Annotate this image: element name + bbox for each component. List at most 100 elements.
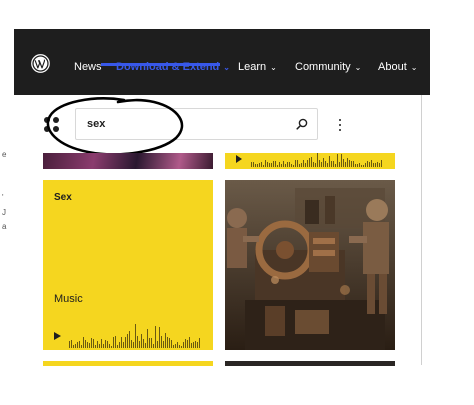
waveform-bar: [297, 160, 298, 167]
waveform-bar: [165, 333, 166, 348]
waveform-bar: [117, 345, 118, 348]
play-icon[interactable]: [236, 155, 242, 163]
waveform-bar: [327, 163, 328, 167]
waveform-bar: [379, 163, 380, 167]
nav-item-label: About: [378, 61, 407, 73]
waveform-bar: [141, 334, 142, 348]
waveform-bar: [299, 164, 300, 167]
waveform-bar: [353, 161, 354, 167]
wordpress-logo-icon[interactable]: [31, 54, 50, 73]
waveform-bar: [123, 342, 124, 348]
waveform-bar: [71, 340, 72, 348]
waveform-bar: [129, 331, 130, 348]
search-icon[interactable]: [295, 117, 309, 131]
waveform-bar: [289, 162, 290, 167]
page-divider: [421, 95, 422, 365]
waveform-bar: [115, 336, 116, 348]
waveform-bar: [311, 157, 312, 167]
waveform-bar: [81, 345, 82, 348]
waveform-bar: [333, 161, 334, 167]
waveform-bar: [283, 161, 284, 167]
waveform-bar: [107, 341, 108, 348]
waveform-bar: [343, 159, 344, 167]
waveform-bar: [95, 345, 96, 348]
waveform-bar: [325, 161, 326, 167]
waveform-bar: [255, 164, 256, 167]
result-card-music[interactable]: Sex Music: [43, 180, 213, 350]
waveform-bar: [263, 165, 264, 167]
waveform-bar: [119, 342, 120, 348]
waveform-bar: [287, 162, 288, 167]
result-card[interactable]: [43, 361, 213, 366]
waveform-bar: [265, 160, 266, 167]
nav-item-community[interactable]: Community ⌄: [295, 61, 361, 73]
waveform-bar: [359, 163, 360, 167]
waveform-bar: [357, 164, 358, 167]
waveform-bar: [173, 345, 174, 348]
waveform-bar: [91, 338, 92, 348]
waveform-bar: [103, 344, 104, 348]
hand-drawn-circle-annotation: [46, 97, 184, 156]
waveform-bar: [161, 336, 162, 348]
nav-item-learn[interactable]: Learn ⌄: [238, 61, 277, 73]
card-genre: Music: [54, 293, 83, 305]
waveform-bar: [319, 160, 320, 167]
waveform-bar: [113, 337, 114, 348]
waveform-bar: [365, 163, 366, 167]
nav-item-label: Community: [295, 61, 351, 73]
margin-text: e: [2, 150, 7, 159]
waveform-bar: [105, 340, 106, 348]
waveform-bar: [351, 161, 352, 167]
chevron-down-icon: ⌄: [223, 62, 230, 72]
waveform-bar: [291, 164, 292, 167]
waveform-bar: [363, 165, 364, 167]
waveform-bar: [309, 158, 310, 167]
waveform-bar: [137, 336, 138, 348]
waveform-bar: [121, 337, 122, 348]
card-title: Sex: [54, 192, 72, 203]
waveform-bar: [257, 164, 258, 167]
nav-item-about[interactable]: About ⌄: [378, 61, 417, 73]
chevron-down-icon: ⌄: [354, 62, 362, 72]
waveform-bar: [73, 345, 74, 348]
waveform-bar: [139, 341, 140, 348]
waveform-bar: [281, 164, 282, 167]
nav-item-news[interactable]: News: [74, 61, 102, 73]
waveform-bar: [315, 163, 316, 167]
waveform-bar: [377, 162, 378, 167]
result-card[interactable]: [225, 361, 395, 366]
waveform-bar: [195, 341, 196, 348]
waveform-bar: [89, 343, 90, 348]
waveform-bar: [279, 162, 280, 167]
chevron-down-icon: ⌄: [270, 62, 277, 72]
result-card-image[interactable]: [225, 180, 395, 350]
waveform-bar: [273, 161, 274, 167]
waveform-bar: [373, 163, 374, 167]
waveform-bar: [321, 162, 322, 167]
waveform-bar: [167, 337, 168, 348]
waveform-bar: [99, 344, 100, 348]
waveform-bar: [75, 344, 76, 348]
waveform-bar: [127, 334, 128, 348]
waveform-bar: [261, 162, 262, 167]
nav-item-label: Learn: [238, 61, 267, 73]
waveform-bar: [337, 154, 338, 167]
waveform-bar: [313, 162, 314, 167]
play-icon[interactable]: [54, 332, 61, 340]
waveform-bar: [375, 163, 376, 167]
result-card-image[interactable]: [43, 153, 213, 169]
result-card-music[interactable]: [225, 153, 395, 169]
margin-text: a: [2, 222, 7, 231]
waveform-bar: [293, 165, 294, 167]
margin-text: J: [2, 208, 6, 217]
waveform-bar: [179, 345, 180, 348]
kebab-menu-icon[interactable]: [336, 117, 344, 133]
waveform-bar: [271, 163, 272, 167]
waveform-bar: [155, 326, 156, 348]
waveform-bar: [181, 346, 182, 348]
waveform-bar: [307, 160, 308, 167]
waveform-bar: [171, 340, 172, 348]
waveform-bar: [339, 162, 340, 167]
waveform-bar: [97, 341, 98, 348]
waveform-bar: [153, 344, 154, 348]
